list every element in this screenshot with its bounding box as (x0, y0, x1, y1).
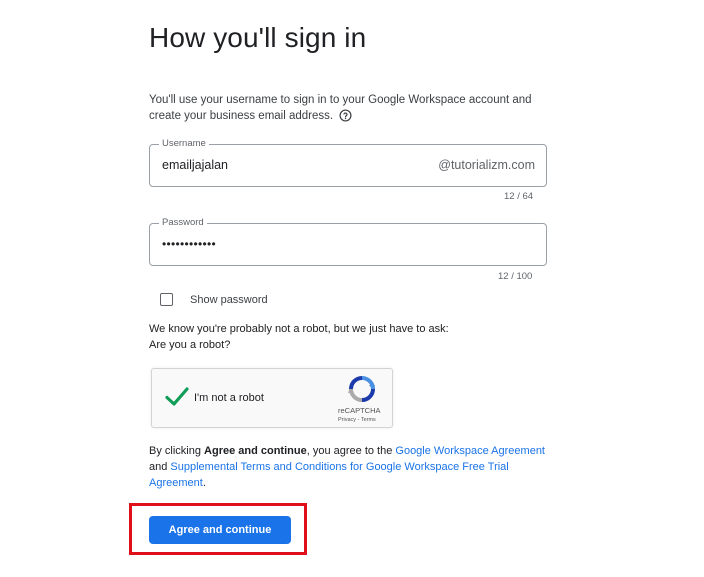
show-password-checkbox[interactable] (160, 293, 173, 306)
recaptcha-logo-icon (348, 375, 376, 403)
robot-text-line2: Are you a robot? (149, 339, 231, 351)
recaptcha-checkmark-icon[interactable] (165, 386, 189, 408)
terms-prefix: By clicking (149, 445, 205, 457)
robot-text-line1: We know you're probably not a robot, but… (149, 323, 449, 335)
page-description: You'll use your username to sign in to y… (149, 92, 549, 127)
workspace-agreement-link[interactable]: Google Workspace Agreement (395, 445, 545, 457)
username-label: Username (159, 138, 209, 150)
recaptcha-widget: I'm not a robot reCAPTCHA Privacy - Term… (151, 368, 393, 428)
username-counter: 12 / 64 (504, 191, 534, 202)
domain-suffix: @tutorializm.com (438, 158, 535, 172)
recaptcha-terms-link[interactable]: Terms (361, 417, 376, 423)
recaptcha-brand: reCAPTCHA (338, 406, 381, 415)
signin-page: How you'll sign in You'll use your usern… (0, 0, 704, 577)
password-label: Password (159, 217, 207, 229)
agree-continue-button[interactable]: Agree and continue (149, 516, 291, 544)
help-icon[interactable] (339, 109, 352, 127)
robot-question: We know you're probably not a robot, but… (149, 321, 449, 353)
password-field[interactable]: Password •••••••••••• (149, 217, 547, 266)
terms-bold: Agree and continue (204, 445, 307, 457)
show-password-label[interactable]: Show password (190, 294, 268, 306)
username-input[interactable]: emailjajalan (162, 158, 228, 172)
terms-middle: , you agree to the (306, 445, 396, 457)
terms-and: and (149, 461, 171, 473)
recaptcha-privacy-link[interactable]: Privacy (338, 417, 356, 423)
terms-text: By clicking Agree and continue, you agre… (149, 443, 549, 491)
password-counter: 12 / 100 (498, 271, 533, 282)
show-password-row[interactable]: Show password (160, 293, 268, 306)
username-field[interactable]: Username emailjajalan @tutorializm.com (149, 138, 547, 187)
terms-suffix: . (202, 477, 206, 489)
page-title: How you'll sign in (149, 22, 367, 53)
recaptcha-links: Privacy - Terms (338, 417, 376, 423)
password-input[interactable]: •••••••••••• (162, 237, 216, 251)
recaptcha-label[interactable]: I'm not a robot (194, 392, 264, 404)
